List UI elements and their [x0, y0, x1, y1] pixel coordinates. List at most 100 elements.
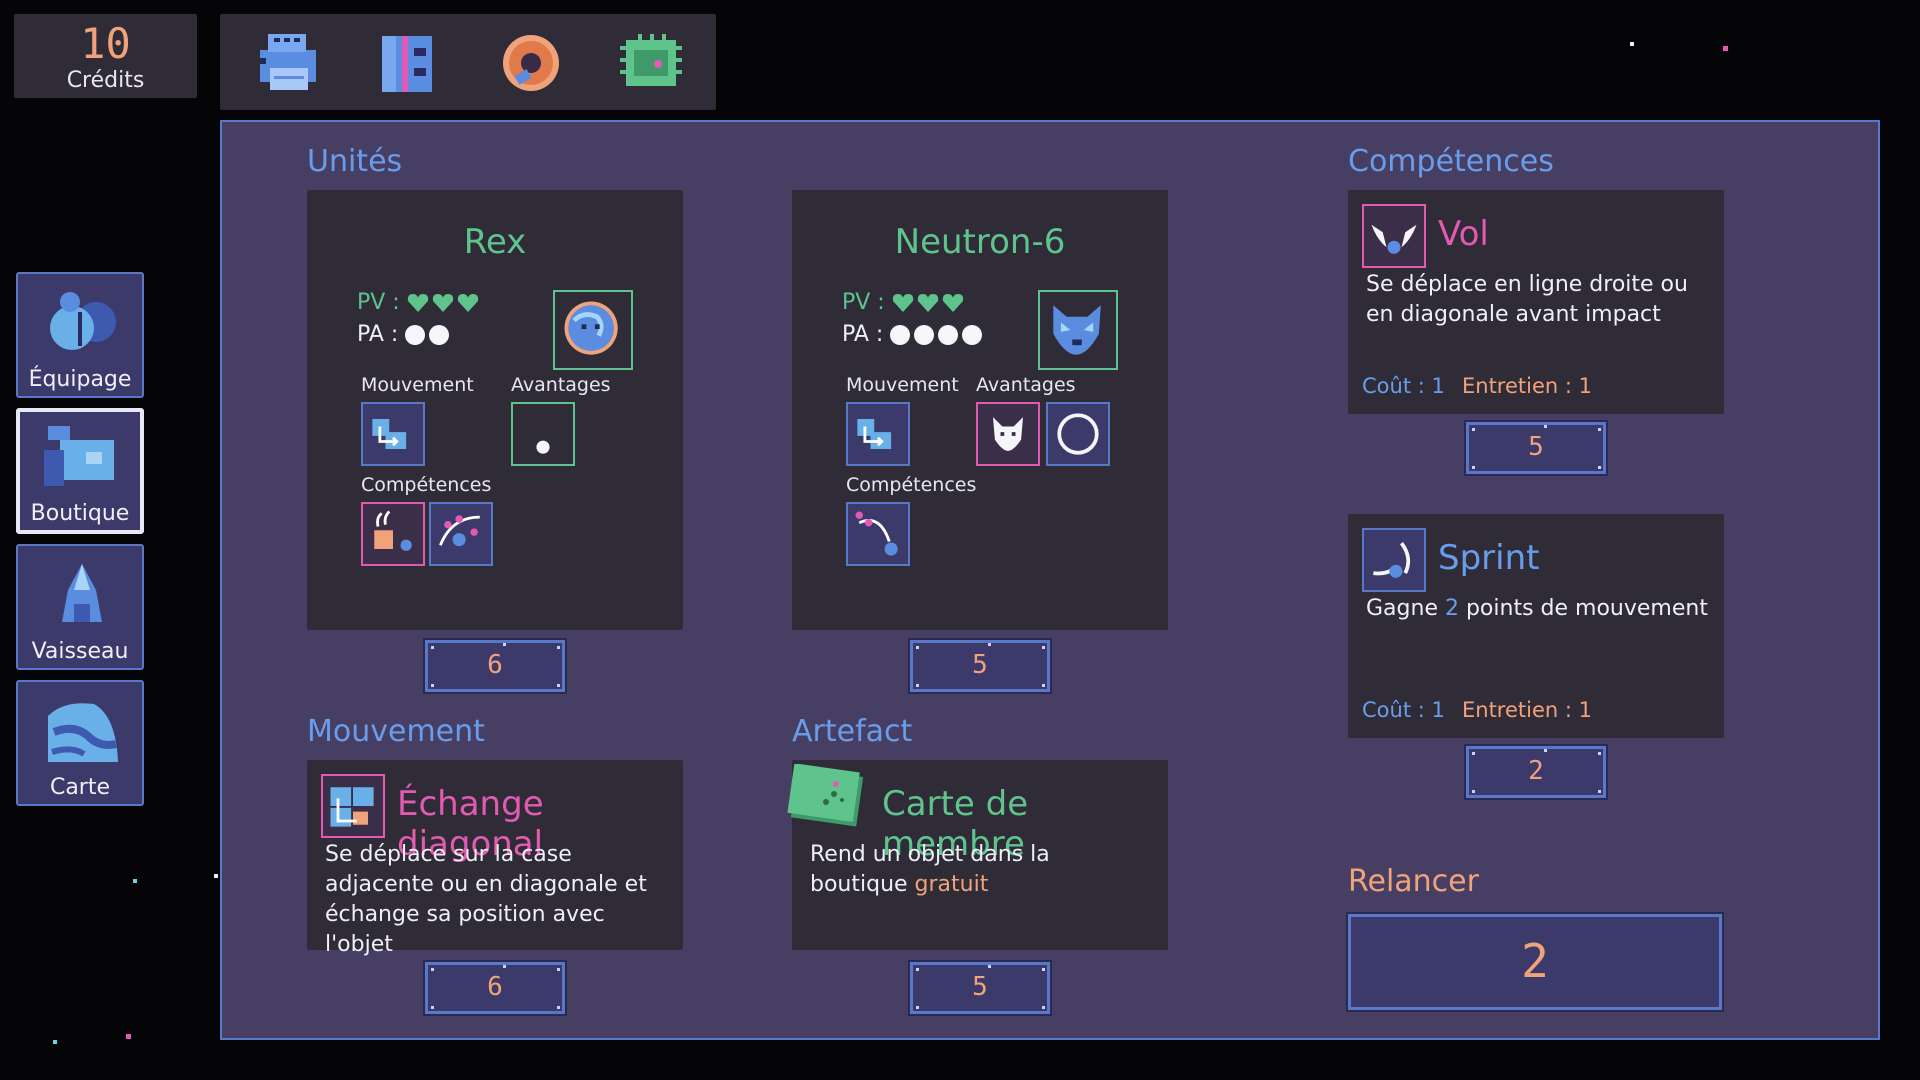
reroll-button[interactable]: 2	[1346, 912, 1724, 1012]
star	[1630, 42, 1634, 46]
heart-icon	[942, 294, 963, 312]
perks-label: Avantages	[976, 374, 1076, 396]
skill-price-button[interactable]: 2	[1464, 744, 1608, 800]
skill-card-sprint[interactable]: Sprint Gagne 2 points de mouvement Coût …	[1348, 514, 1724, 738]
heart-icon	[432, 294, 453, 312]
skill-slot[interactable]	[846, 502, 910, 566]
skill-upkeep: Entretien : 1	[1462, 374, 1592, 398]
crew-icon	[50, 292, 116, 350]
inventory-bar	[220, 14, 716, 110]
star	[126, 1034, 131, 1039]
nav-ship-button[interactable]: Vaisseau	[16, 544, 144, 670]
arc-throw-icon	[855, 511, 898, 556]
skills-heading: Compétences	[1348, 144, 1554, 179]
skill-card-vol[interactable]: Vol Se déplace en ligne droite ou en dia…	[1348, 190, 1724, 414]
movement-description: Se déplace sur la case adjacente ou en d…	[325, 842, 647, 957]
artifact-card[interactable]: Carte de membre Rend un objet dans la bo…	[787, 760, 1168, 950]
ring-icon	[1057, 413, 1099, 455]
movement-label: Mouvement	[846, 374, 959, 396]
cabinet-icon[interactable]	[372, 28, 442, 98]
wolf-bot-icon	[1053, 305, 1101, 355]
artifact-description: Rend un objet dans la boutique gratuit	[810, 840, 1090, 900]
nav-crew-label: Équipage	[28, 367, 132, 392]
movement-icon-frame	[321, 774, 385, 838]
star	[214, 874, 218, 878]
action-point-icon	[890, 325, 911, 345]
skills-label: Compétences	[846, 474, 977, 496]
nav-crew-button[interactable]: Équipage	[16, 272, 144, 398]
pv-label: PV :	[842, 290, 885, 315]
nav-map-button[interactable]: Carte	[16, 680, 144, 806]
step-move-icon	[857, 419, 892, 449]
unit-pv: PV :	[357, 290, 482, 315]
movement-slot[interactable]	[846, 402, 910, 466]
desc-text: points de mouvement	[1458, 596, 1708, 621]
shop-icon	[44, 426, 114, 486]
skill-title: Vol	[1438, 214, 1489, 254]
small-dot-icon	[536, 440, 550, 454]
pa-label: PA :	[842, 322, 884, 347]
skill-cost: Coût : 1	[1362, 698, 1445, 722]
action-point-icon	[405, 325, 426, 345]
wolf-head-icon	[993, 417, 1023, 451]
wings-icon	[1371, 224, 1417, 254]
credits-value: 10	[80, 19, 131, 68]
movement-price-button[interactable]: 6	[423, 960, 567, 1016]
skill-description: Se déplace en ligne droite ou en diagona…	[1366, 272, 1688, 327]
pv-label: PV :	[357, 290, 400, 315]
skill-slot[interactable]	[429, 502, 493, 566]
skill-cost: Coût : 1	[1362, 374, 1445, 398]
shop-panel: Unités Compétences Mouvement Artefact Re…	[220, 120, 1880, 1040]
printer-icon[interactable]	[252, 28, 322, 98]
heart-icon	[892, 294, 913, 312]
skill-icon-frame	[1362, 204, 1426, 268]
perk-slot[interactable]	[976, 402, 1040, 466]
heart-icon	[457, 294, 478, 312]
credits-display: 10 Crédits	[14, 14, 197, 98]
member-card-icon	[787, 764, 864, 827]
unit-portrait	[553, 290, 633, 370]
perk-slot[interactable]	[1046, 402, 1110, 466]
nav-ship-label: Vaisseau	[31, 639, 129, 664]
perk-slot[interactable]	[511, 402, 575, 466]
perks-label: Avantages	[511, 374, 611, 396]
desc-highlight: gratuit	[914, 872, 989, 897]
unit-card-neutron[interactable]: Neutron-6 PV : PA : Mouvement Avantages	[792, 190, 1168, 630]
unit-pa: PA :	[357, 322, 453, 347]
burn-icon	[374, 510, 412, 551]
skill-upkeep: Entretien : 1	[1462, 698, 1592, 722]
movement-heading: Mouvement	[307, 714, 485, 749]
unit-pv: PV :	[842, 290, 967, 315]
star	[1723, 46, 1728, 51]
skill-slot[interactable]	[361, 502, 425, 566]
pa-label: PA :	[357, 322, 399, 347]
unit-price-button[interactable]: 6	[423, 638, 567, 694]
unit-card-rex[interactable]: Rex PV : PA : Mouvement Avantages Compét…	[307, 190, 683, 630]
movement-card[interactable]: Échange diagonal Se déplace sur la case …	[307, 760, 683, 957]
desc-text: Gagne	[1366, 596, 1445, 621]
skill-icon-frame	[1362, 528, 1426, 592]
desc-number: 2	[1444, 596, 1459, 621]
ship-icon	[62, 564, 102, 622]
unit-price-button[interactable]: 5	[908, 638, 1052, 694]
donut-icon[interactable]	[496, 28, 566, 98]
action-point-icon	[962, 325, 983, 345]
artifact-heading: Artefact	[792, 714, 913, 749]
action-point-icon	[429, 325, 450, 345]
unit-portrait	[1038, 290, 1118, 370]
nav-shop-button[interactable]: Boutique	[16, 408, 144, 534]
artifact-price-button[interactable]: 5	[908, 960, 1052, 1016]
orbit-icon	[439, 515, 480, 547]
unit-name: Neutron-6	[894, 222, 1066, 262]
nav-map-label: Carte	[49, 775, 111, 800]
skill-description: Gagne 2 points de mouvement	[1366, 594, 1726, 624]
movement-slot[interactable]	[361, 402, 425, 466]
nav-shop-label: Boutique	[30, 501, 130, 526]
chip-icon[interactable]	[616, 28, 686, 98]
skill-price-button[interactable]: 5	[1464, 420, 1608, 476]
units-heading: Unités	[307, 144, 403, 179]
heart-icon	[407, 294, 428, 312]
planet-bot-icon	[564, 301, 618, 355]
star	[133, 879, 137, 883]
action-point-icon	[938, 325, 959, 345]
